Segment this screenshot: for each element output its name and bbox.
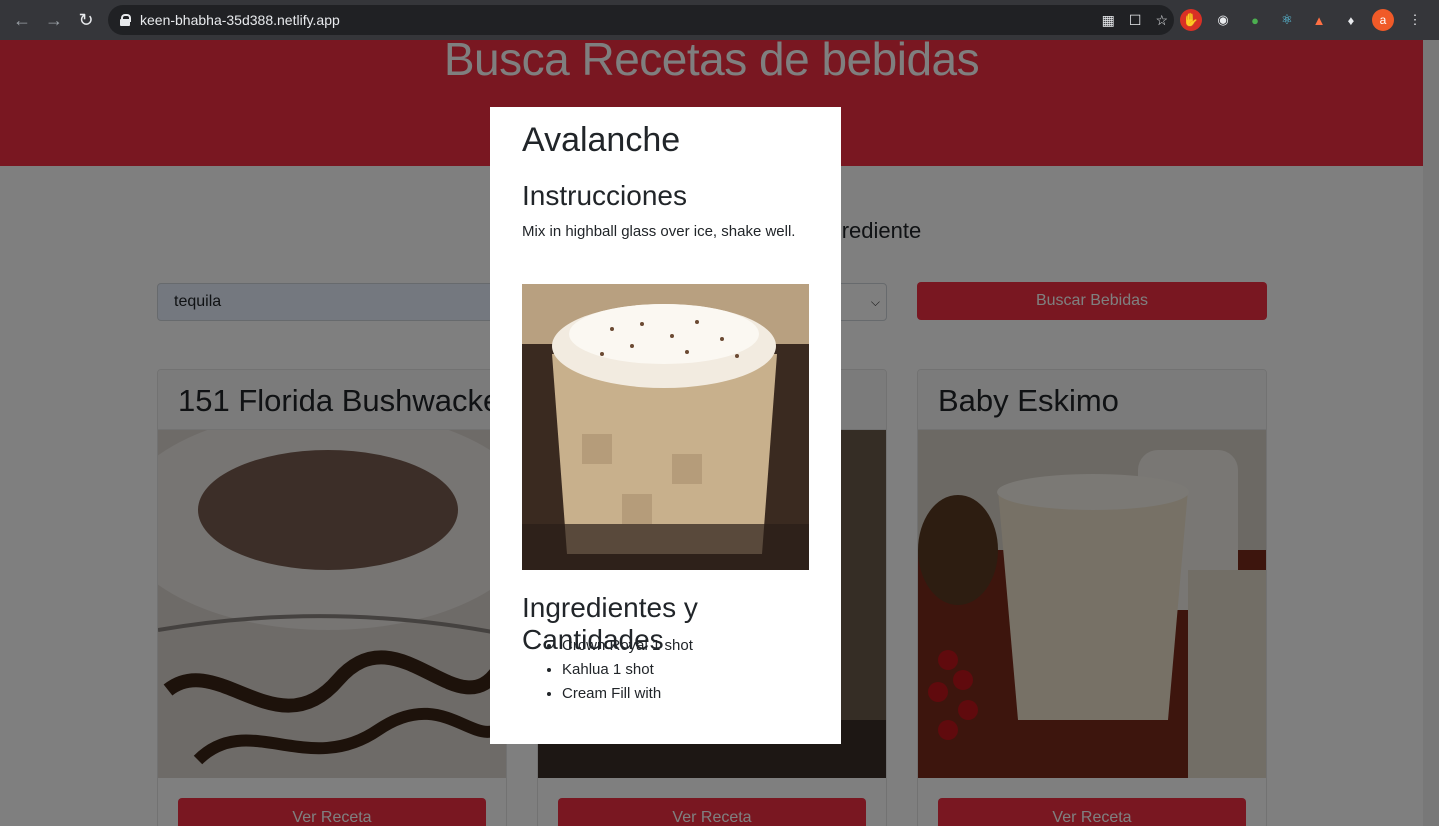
extension-redux-icon[interactable]: ▲: [1308, 9, 1330, 31]
extension-hand-icon[interactable]: ✋: [1180, 9, 1202, 31]
ingredient-item: Kahlua 1 shot: [562, 658, 693, 682]
browser-toolbar: ← → ↻ keen-bhabha-35d388.netlify.app ▦ ☐…: [0, 0, 1439, 40]
qr-code-icon[interactable]: ▦: [1102, 12, 1115, 29]
instructions-heading: Instrucciones: [522, 180, 687, 211]
profile-avatar[interactable]: a: [1372, 9, 1394, 31]
lock-icon: [120, 14, 131, 26]
extension-record-icon[interactable]: ◉: [1212, 9, 1234, 31]
extensions-puzzle-icon[interactable]: ♦: [1340, 9, 1362, 31]
reload-icon[interactable]: ↻: [70, 4, 102, 36]
menu-kebab-icon[interactable]: ⋮: [1404, 9, 1426, 31]
extension-react-icon[interactable]: ⚛: [1276, 9, 1298, 31]
forward-icon[interactable]: →: [38, 4, 70, 36]
address-bar[interactable]: keen-bhabha-35d388.netlify.app ▦ ☐ ☆: [108, 5, 1174, 35]
extension-globe-icon[interactable]: ●: [1244, 9, 1266, 31]
drink-image: [522, 284, 809, 570]
ingredient-item: Cream Fill with: [562, 682, 693, 706]
translate-icon[interactable]: ☐: [1129, 12, 1142, 29]
url-text: keen-bhabha-35d388.netlify.app: [140, 12, 340, 28]
back-icon[interactable]: ←: [6, 4, 38, 36]
ingredients-list: Crown Royal 1 shot Kahlua 1 shot Cream F…: [562, 634, 693, 706]
avalanche-photo: [522, 284, 809, 570]
modal-title: Avalanche: [522, 121, 681, 159]
instructions-text: Mix in highball glass over ice, shake we…: [522, 223, 796, 240]
bookmark-star-icon[interactable]: ☆: [1155, 12, 1168, 29]
ingredient-item: Crown Royal 1 shot: [562, 634, 693, 658]
recipe-modal: Avalanche Instrucciones Mix in highball …: [490, 107, 841, 744]
